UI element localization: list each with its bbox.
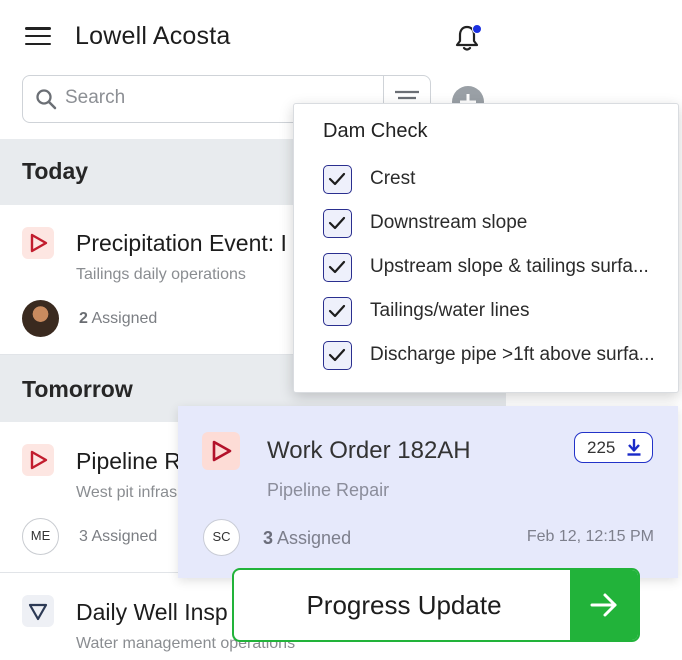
- item-subtitle: Tailings daily operations: [76, 266, 246, 283]
- section-label: Tomorrow: [22, 376, 133, 402]
- checklist-option-discharge-pipe[interactable]: Discharge pipe >1ft above surfa...: [323, 338, 673, 372]
- play-triangle-icon: [22, 227, 54, 259]
- checkmark-icon: [328, 260, 346, 274]
- checklist-option-label: Downstream slope: [370, 212, 528, 233]
- download-icon: [627, 439, 641, 456]
- avatar: SC: [203, 519, 240, 556]
- dropdown-title: Dam Check: [323, 120, 428, 142]
- checkbox[interactable]: [323, 209, 352, 238]
- page-title: Lowell Acosta: [75, 22, 231, 50]
- avatar: ME: [22, 518, 59, 555]
- checkbox[interactable]: [323, 253, 352, 282]
- checklist-option-downstream-slope[interactable]: Downstream slope: [323, 206, 673, 240]
- avatar: [22, 300, 59, 337]
- play-triangle-icon: [202, 432, 240, 470]
- assigned-count: 2 Assigned: [79, 310, 158, 327]
- checkbox[interactable]: [323, 341, 352, 370]
- item-title: Daily Well Insp: [76, 599, 228, 625]
- assigned-count: 3 Assigned: [79, 528, 158, 545]
- progress-update-label: Progress Update: [306, 590, 502, 620]
- checklist-option-label: Tailings/water lines: [370, 300, 530, 321]
- download-badge[interactable]: 225: [574, 432, 653, 463]
- arrow-right-icon: [570, 570, 638, 640]
- notification-bell-icon[interactable]: [454, 24, 482, 52]
- progress-update-button[interactable]: Progress Update: [232, 568, 640, 642]
- checklist-option-upstream-slope[interactable]: Upstream slope & tailings surfa...: [323, 250, 673, 284]
- play-triangle-icon: [22, 444, 54, 476]
- dam-check-dropdown: Dam Check Crest Downstream slope Upstrea…: [293, 103, 679, 393]
- download-count: 225: [587, 438, 616, 457]
- checklist-option-label: Discharge pipe >1ft above surfa...: [370, 344, 655, 365]
- checklist-option-tailings-water-lines[interactable]: Tailings/water lines: [323, 294, 673, 328]
- assigned-count: 3 Assigned: [263, 528, 352, 548]
- item-title: Pipeline R: [76, 448, 181, 474]
- item-subtitle: West pit infras: [76, 484, 178, 501]
- checkmark-icon: [328, 172, 346, 186]
- notification-dot: [472, 24, 482, 34]
- down-triangle-icon: [22, 595, 54, 627]
- checklist-option-label: Crest: [370, 168, 416, 189]
- checkbox[interactable]: [323, 165, 352, 194]
- checkbox[interactable]: [323, 297, 352, 326]
- item-title: Precipitation Event: I: [76, 230, 287, 256]
- work-order-date: Feb 12, 12:15 PM: [526, 528, 654, 545]
- checkmark-icon: [328, 348, 346, 362]
- work-order-title: Work Order 182AH: [267, 437, 471, 464]
- search-icon: [36, 89, 57, 110]
- work-order-card[interactable]: Work Order 182AH 225 Pipeline Repair SC …: [178, 406, 678, 578]
- checklist-option-crest[interactable]: Crest: [323, 162, 673, 196]
- checkmark-icon: [328, 304, 346, 318]
- hamburger-menu-icon[interactable]: [25, 27, 51, 46]
- app-header: Lowell Acosta: [0, 0, 506, 70]
- checkmark-icon: [328, 216, 346, 230]
- work-order-subtitle: Pipeline Repair: [267, 480, 390, 500]
- section-label: Today: [22, 158, 89, 184]
- checklist-option-label: Upstream slope & tailings surfa...: [370, 256, 649, 277]
